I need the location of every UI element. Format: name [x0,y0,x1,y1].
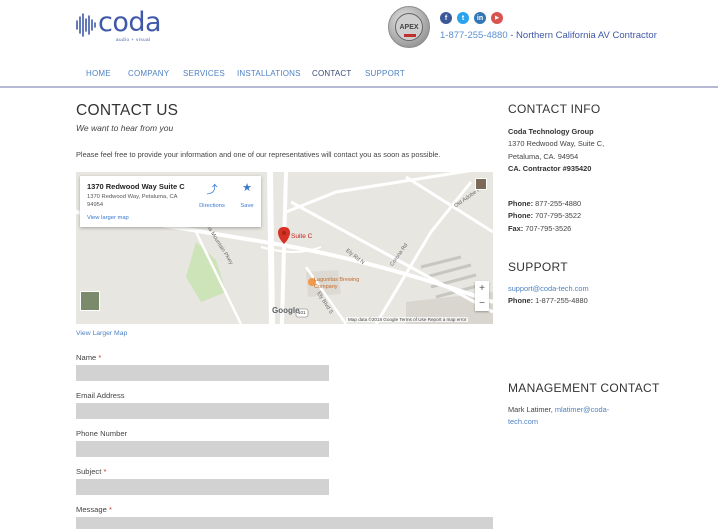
star-icon: ★ [242,182,252,194]
view-larger-map-link[interactable]: View larger map [87,215,129,221]
nav-services[interactable]: SERVICES [183,69,225,78]
company-name: Coda Technology Group [508,127,594,136]
contact-info-block: Coda Technology Group 1370 Redwood Way, … [508,126,604,175]
directions-button[interactable]: ⤴ Directions [192,181,232,212]
directions-icon: ⤴ [206,184,218,196]
main-nav: HOME COMPANY SERVICES INSTALLATIONS CONT… [0,58,718,88]
support-email-link[interactable]: support@coda-tech.com [508,284,589,293]
fax-number: 707-795-3526 [525,223,572,233]
nav-support[interactable]: SUPPORT [365,69,405,78]
contractor-number: CA. Contractor #935420 [508,163,592,173]
address-line-1: 1370 Redwood Way, Suite C, [508,139,605,149]
phone-1[interactable]: 877-255-4880 [535,199,581,208]
zoom-out-button[interactable]: − [475,296,489,311]
logo-tagline: audio + visual [116,37,151,42]
name-label: Name * [76,353,102,362]
soundwave-icon [76,13,96,37]
linkedin-icon[interactable]: in [474,12,486,24]
message-label: Message * [76,505,112,514]
nav-company[interactable]: COMPANY [128,69,169,78]
phone-block: Phone: 877-255-4880 Phone: 707-795-3522 … [508,199,582,233]
logo-text: coda [98,7,162,38]
header-phone-number[interactable]: 1-877-255-4880 [440,30,508,41]
header-phone: 1-877-255-4880 - Northern California AV … [440,30,657,41]
manager-email-link[interactable]: mlatimer@coda- [555,405,609,414]
intro-text: Please feel free to provide your informa… [76,150,441,159]
map-card-address: 1370 Redwood Way, Petaluma, CA 94954 [87,194,178,208]
management-block: Mark Latimer, mlatimer@coda- tech.com [508,404,609,429]
nav-contact[interactable]: CONTACT [312,69,351,78]
directions-label: Directions [199,203,225,209]
support-heading: SUPPORT [508,260,568,274]
phone-field[interactable] [76,441,329,457]
coda-logo[interactable]: coda audio + visual [76,7,166,44]
save-label: Save [240,203,254,209]
satellite-toggle[interactable] [80,291,100,311]
twitter-icon[interactable]: t [457,12,469,24]
zoom-in-button[interactable]: + [475,281,489,296]
page-subtitle: We want to hear from you [76,123,174,133]
nav-installations[interactable]: INSTALLATIONS [237,69,301,78]
email-label: Email Address [76,391,125,400]
contact-info-heading: CONTACT INFO [508,102,601,116]
name-field[interactable] [76,365,329,381]
map-pin-label: Suite C [291,233,313,240]
address-line-2: Petaluma, CA. 94954 [508,151,579,161]
support-block: support@coda-tech.com Phone: 1-877-255-4… [508,284,589,306]
manager-name: Mark Latimer, [508,405,553,414]
map-info-card: 1370 Redwood Way Suite C 1370 Redwood Wa… [80,176,261,227]
youtube-icon[interactable]: ▶ [491,12,503,24]
management-heading: MANAGEMENT CONTACT [508,381,660,395]
subject-field[interactable] [76,479,329,495]
site-header: coda audio + visual APEX f t in ▶ 1-877-… [0,0,718,58]
manager-email-link-cont[interactable]: tech.com [508,417,538,426]
google-logo: Google [272,306,300,315]
page-title: CONTACT US [76,102,179,119]
apex-award-badge: APEX [388,6,430,48]
phone-2[interactable]: 707-795-3522 [535,211,581,220]
email-field[interactable] [76,403,329,419]
message-field[interactable] [76,517,493,529]
nav-home[interactable]: HOME [86,69,111,78]
view-larger-map[interactable]: View Larger Map [76,330,127,337]
phone-label: Phone Number [76,429,128,438]
google-map[interactable]: Suite C Lagunitas Brewing Company Old Ad… [76,172,493,324]
subject-label: Subject * [76,467,107,476]
map-footer[interactable]: Map data ©2018 Google Terms of Use Repor… [346,317,469,322]
map-card-title: 1370 Redwood Way Suite C [87,182,185,191]
map-place-label: Lagunitas Brewing Company [314,277,360,290]
save-button[interactable]: ★ Save [232,181,262,212]
badge-text: APEX [399,23,419,31]
header-phone-suffix: - Northern California AV Contractor [507,30,657,41]
support-phone[interactable]: 1-877-255-4880 [535,296,588,305]
street-view-thumbnail[interactable] [475,178,487,190]
zoom-controls: + − [475,281,489,311]
facebook-icon[interactable]: f [440,12,452,24]
